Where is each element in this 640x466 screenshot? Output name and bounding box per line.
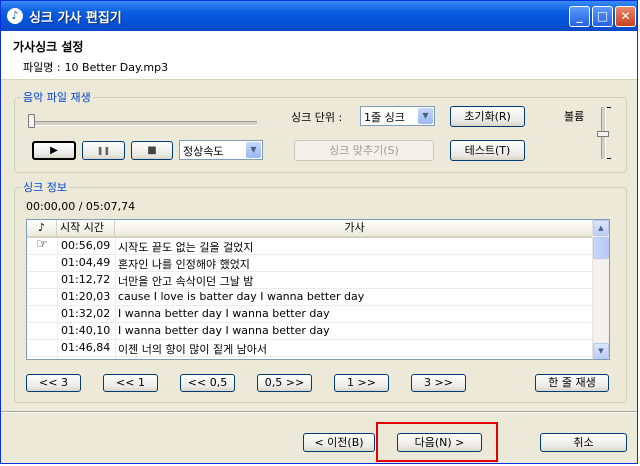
chevron-down-icon[interactable]: ▼: [418, 108, 433, 124]
table-row[interactable]: 01:46,84 이젠 너의 향이 많이 짙게 남아서: [27, 340, 594, 357]
column-header-lyric[interactable]: 가사: [115, 220, 594, 236]
chevron-down-icon[interactable]: ▼: [246, 142, 261, 158]
reset-button[interactable]: 초기화(R): [450, 106, 525, 127]
row-start-time: 00:56,09: [61, 239, 111, 252]
table-header: ♪ 시작 시간 가사: [27, 220, 594, 238]
speed-select[interactable]: 정상속도 ▼: [179, 140, 263, 160]
forward-1-button[interactable]: 1 >>: [334, 374, 389, 392]
sync-info-group-label: 싱크 정보: [23, 181, 67, 194]
stop-icon: ■: [147, 145, 157, 156]
row-lyric: 너만을 안고 속삭이던 그날 밤: [118, 275, 254, 288]
position-slider-track: [29, 121, 257, 126]
footer-divider: [1, 411, 637, 413]
volume-tick: [607, 158, 611, 159]
close-icon[interactable]: ✕: [615, 6, 636, 27]
time-display: 00:00,00 / 05:07,74: [26, 200, 136, 213]
volume-slider-thumb[interactable]: [597, 131, 609, 137]
row-start-time: 01:40,10: [61, 324, 111, 337]
row-lyric: cause I love is batter day I wanna bette…: [118, 290, 365, 303]
sync-unit-value: 1줄 싱크: [364, 111, 405, 124]
table-row[interactable]: 01:04,49 혼자인 나를 인정해야 했었지: [27, 255, 594, 272]
row-lyric: 시작도 끝도 없는 길을 걸었지: [118, 241, 254, 254]
table-row[interactable]: [27, 357, 594, 359]
table-row[interactable]: 01:12,72 너만을 안고 속삭이던 그날 밤: [27, 272, 594, 289]
row-lyric: I wanna better day I wanna better day: [118, 324, 330, 337]
scroll-down-icon[interactable]: ▼: [593, 343, 609, 359]
lyrics-editor-window: ♪ 싱크 가사 편집기 _ □ ✕ 가사싱크 설정 파일명 :10 Better…: [0, 0, 638, 464]
volume-tick: [607, 107, 611, 108]
page-heading: 가사싱크 설정: [13, 40, 84, 54]
vertical-scrollbar[interactable]: ▲ ▼: [592, 220, 609, 359]
stop-button[interactable]: ■: [131, 141, 173, 160]
row-marker-icon: ☞: [36, 237, 48, 252]
table-row[interactable]: 01:32,02 I wanna better day I wanna bette…: [27, 306, 594, 323]
sync-button[interactable]: 싱크 맞추기(S): [294, 140, 434, 161]
back-1-button[interactable]: << 1: [103, 374, 158, 392]
title-bar[interactable]: ♪ 싱크 가사 편집기 _ □ ✕: [1, 1, 637, 31]
volume-slider[interactable]: [593, 105, 613, 161]
column-header-time[interactable]: 시작 시간: [57, 220, 115, 236]
pause-button[interactable]: ❚❚: [82, 141, 125, 160]
test-button[interactable]: 테스트(T): [450, 140, 525, 161]
forward-0-5-button[interactable]: 0,5 >>: [257, 374, 312, 392]
table-row[interactable]: ☞ 00:56,09 시작도 끝도 없는 길을 걸었지: [27, 237, 594, 255]
file-info: 파일명 :10 Better Day.mp3: [23, 59, 168, 75]
prev-button[interactable]: < 이전(B): [303, 433, 375, 452]
table-row[interactable]: 01:40,10 I wanna better day I wanna bette…: [27, 323, 594, 340]
back-3-button[interactable]: << 3: [26, 374, 81, 392]
position-slider[interactable]: [23, 105, 263, 131]
play-icon: ▶: [50, 145, 58, 156]
row-lyric: 혼자인 나를 인정해야 했었지: [118, 258, 250, 271]
column-header-mark[interactable]: ♪: [27, 220, 57, 236]
scroll-up-icon[interactable]: ▲: [593, 220, 609, 236]
header-panel: 가사싱크 설정 파일명 :10 Better Day.mp3: [1, 31, 637, 80]
scroll-thumb[interactable]: [593, 237, 609, 259]
maximize-icon[interactable]: □: [592, 6, 613, 27]
sync-unit-select[interactable]: 1줄 싱크 ▼: [360, 106, 435, 126]
pause-icon: ❚❚: [96, 146, 111, 155]
file-label: 파일명 :: [23, 61, 61, 74]
play-line-button[interactable]: 한 줄 재생: [535, 374, 609, 392]
cancel-button[interactable]: 취소: [540, 433, 627, 452]
window-title: 싱크 가사 편집기: [29, 11, 122, 26]
music-note-icon: ♪: [7, 8, 23, 24]
row-start-time: 01:04,49: [61, 256, 111, 269]
row-lyric: 이젠 너의 향이 많이 짙게 남아서: [118, 343, 268, 356]
file-name: 10 Better Day.mp3: [64, 61, 169, 74]
row-start-time: 01:46,84: [61, 341, 111, 354]
playback-group-label: 음악 파일 재생: [23, 91, 91, 104]
sync-unit-label: 싱크 단위 :: [291, 111, 343, 124]
row-start-time: 01:32,02: [61, 307, 111, 320]
row-start-time: 01:20,03: [61, 290, 111, 303]
play-button[interactable]: ▶: [32, 141, 76, 160]
volume-label: 볼륨: [564, 110, 585, 123]
row-lyric: I wanna better day I wanna better day: [118, 307, 330, 320]
back-0-5-button[interactable]: << 0,5: [180, 374, 235, 392]
position-slider-thumb[interactable]: [28, 114, 35, 128]
forward-3-button[interactable]: 3 >>: [411, 374, 466, 392]
minimize-icon[interactable]: _: [569, 6, 590, 27]
lyrics-table[interactable]: ♪ 시작 시간 가사 ☞ 00:56,09 시작도 끝도 없는 길을 걸었지 01:0…: [26, 219, 610, 360]
row-start-time: 01:12,72: [61, 273, 111, 286]
table-row[interactable]: 01:20,03 cause I love is batter day I wan…: [27, 289, 594, 306]
speed-select-value: 정상속도: [183, 145, 224, 158]
highlight-box: [376, 422, 498, 462]
